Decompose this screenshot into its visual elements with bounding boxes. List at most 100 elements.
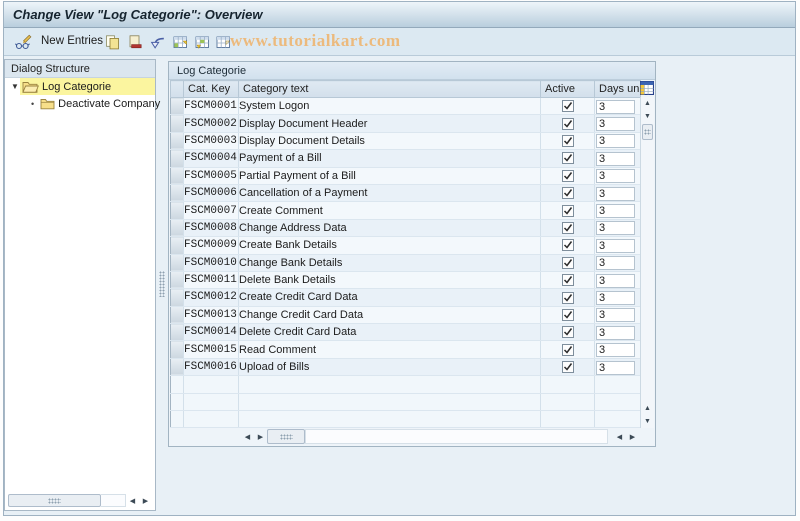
category-text-cell[interactable]: Display Document Header	[238, 114, 541, 133]
category-text-cell[interactable]: Cancellation of a Payment	[238, 184, 541, 203]
row-selector[interactable]	[170, 166, 184, 185]
tree-item-deactivate-company[interactable]: • Deactivate Company	[5, 95, 160, 112]
days-input[interactable]: 3	[596, 204, 635, 219]
cat-key-cell[interactable]: FSCM0009	[183, 236, 239, 255]
page-left-button[interactable]: ◀	[613, 429, 626, 444]
display-change-icon[interactable]	[15, 34, 32, 50]
cat-key-cell[interactable]: FSCM0013	[183, 306, 239, 325]
days-input[interactable]: 3	[596, 117, 635, 132]
days-input[interactable]: 3	[596, 238, 635, 253]
scroll-right-button[interactable]: ▶	[139, 494, 152, 507]
category-text-cell[interactable]: Display Document Details	[238, 132, 541, 151]
active-checkbox[interactable]	[561, 187, 574, 200]
row-selector[interactable]	[170, 201, 184, 220]
row-selector[interactable]	[170, 236, 184, 255]
tree-item-log-categorie[interactable]: ▼ Log Categorie	[5, 78, 155, 95]
active-checkbox[interactable]	[561, 291, 574, 304]
page-down-button[interactable]: ▼	[641, 415, 654, 428]
days-input[interactable]: 3	[596, 290, 635, 305]
active-checkbox[interactable]	[561, 221, 574, 234]
scroll-left-button[interactable]: ◀	[126, 494, 139, 507]
category-text-cell[interactable]: Delete Credit Card Data	[238, 323, 541, 342]
category-text-cell[interactable]: Delete Bank Details	[238, 271, 541, 290]
days-input[interactable]: 3	[596, 325, 635, 340]
scrollbar-thumb[interactable]	[267, 429, 305, 444]
category-text-cell[interactable]: Create Credit Card Data	[238, 288, 541, 307]
row-selector[interactable]	[170, 357, 184, 377]
row-selector[interactable]	[170, 218, 184, 238]
select-block-icon[interactable]	[194, 34, 211, 50]
category-text-cell[interactable]: Change Address Data	[238, 219, 541, 238]
cat-key-cell[interactable]: FSCM0011	[183, 271, 239, 290]
row-selector[interactable]	[170, 149, 184, 168]
row-selector[interactable]	[170, 253, 184, 272]
column-header-days[interactable]: Days un	[594, 80, 641, 98]
scrollbar-thumb[interactable]	[642, 124, 653, 140]
cat-key-cell[interactable]: FSCM0015	[183, 340, 239, 359]
undo-icon[interactable]	[149, 34, 166, 50]
row-selector[interactable]	[170, 96, 184, 116]
days-input[interactable]: 3	[596, 360, 635, 375]
expand-caret-icon[interactable]: ▼	[10, 82, 20, 91]
row-selector[interactable]	[170, 392, 184, 412]
cat-key-cell[interactable]: FSCM0012	[183, 288, 239, 307]
active-checkbox[interactable]	[561, 152, 574, 165]
panel-splitter[interactable]	[156, 59, 168, 511]
cat-key-cell[interactable]: FSCM0003	[183, 132, 239, 151]
active-checkbox[interactable]	[561, 326, 574, 339]
cat-key-cell[interactable]: FSCM0014	[183, 323, 239, 342]
category-text-cell[interactable]: Upload of Bills	[238, 358, 541, 377]
row-selector[interactable]	[170, 323, 184, 342]
row-selector[interactable]	[170, 375, 184, 394]
active-checkbox[interactable]	[561, 256, 574, 269]
active-checkbox[interactable]	[561, 343, 574, 356]
cat-key-cell[interactable]: FSCM0006	[183, 184, 239, 203]
active-checkbox[interactable]	[561, 117, 574, 130]
scrollbar-track[interactable]	[101, 494, 126, 507]
row-selector[interactable]	[170, 270, 184, 290]
scrollbar-thumb[interactable]	[8, 494, 101, 507]
active-checkbox[interactable]	[561, 274, 574, 287]
scroll-right-button[interactable]: ▶	[254, 429, 267, 444]
category-text-cell[interactable]: Create Bank Details	[238, 236, 541, 255]
table-settings-icon[interactable]	[640, 81, 654, 95]
active-checkbox[interactable]	[561, 204, 574, 217]
days-input[interactable]: 3	[596, 186, 635, 201]
cat-key-cell[interactable]: FSCM0002	[183, 114, 239, 133]
active-checkbox[interactable]	[561, 361, 574, 374]
scrollbar-track[interactable]	[305, 429, 608, 444]
row-selector[interactable]	[170, 114, 184, 133]
cat-key-cell[interactable]: FSCM0004	[183, 149, 239, 168]
select-all-header-cell[interactable]	[170, 80, 184, 98]
cat-key-cell[interactable]: FSCM0008	[183, 219, 239, 238]
scroll-up-button[interactable]: ▲	[641, 97, 654, 110]
days-input[interactable]: 3	[596, 221, 635, 236]
cat-key-cell[interactable]: FSCM0001	[183, 97, 239, 116]
active-checkbox[interactable]	[561, 239, 574, 252]
days-input[interactable]: 3	[596, 343, 635, 358]
category-text-cell[interactable]: Read Comment	[238, 340, 541, 359]
new-entries-button[interactable]: New Entries	[41, 28, 103, 55]
column-header-category-text[interactable]: Category text	[238, 80, 541, 98]
page-right-button[interactable]: ▶	[626, 429, 639, 444]
row-selector[interactable]	[170, 288, 184, 307]
category-text-cell[interactable]: Create Comment	[238, 201, 541, 220]
active-checkbox[interactable]	[561, 308, 574, 321]
days-input[interactable]: 3	[596, 134, 635, 149]
active-checkbox[interactable]	[561, 100, 574, 113]
row-selector[interactable]	[170, 183, 184, 203]
column-header-cat-key[interactable]: Cat. Key	[183, 80, 239, 98]
copy-icon[interactable]	[104, 34, 121, 50]
cat-key-cell[interactable]: FSCM0005	[183, 167, 239, 185]
page-up-button[interactable]: ▲	[641, 402, 654, 415]
cat-key-cell[interactable]: FSCM0010	[183, 254, 239, 272]
active-checkbox[interactable]	[561, 135, 574, 148]
days-input[interactable]: 3	[596, 169, 635, 184]
column-header-active[interactable]: Active	[540, 80, 595, 98]
delete-icon[interactable]	[126, 34, 143, 50]
scroll-down-button[interactable]: ▼	[641, 110, 654, 123]
scroll-left-button[interactable]: ◀	[241, 429, 254, 444]
active-checkbox[interactable]	[561, 169, 574, 182]
days-input[interactable]: 3	[596, 256, 635, 271]
cat-key-cell[interactable]: FSCM0016	[183, 358, 239, 377]
